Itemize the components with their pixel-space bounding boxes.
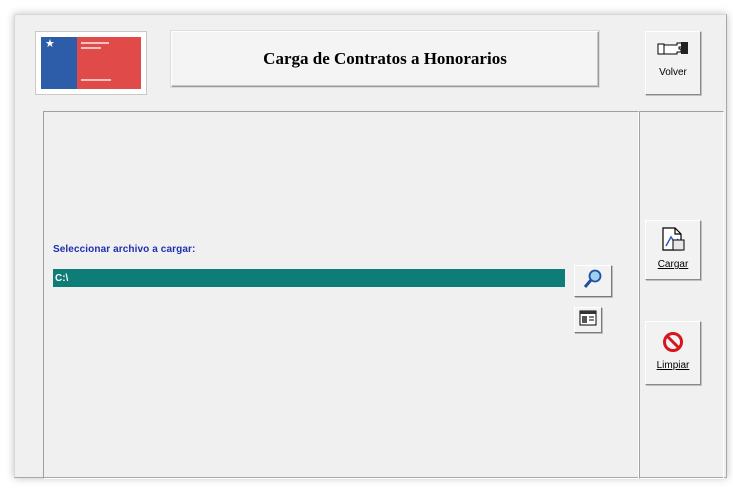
- volver-button[interactable]: Volver: [645, 31, 701, 95]
- volver-label: Volver: [659, 67, 687, 78]
- magnifier-icon: [582, 268, 604, 295]
- window-icon: [579, 310, 597, 331]
- file-path-input[interactable]: [53, 269, 565, 287]
- actions-panel: [639, 111, 724, 479]
- pointing-hand-icon: [657, 38, 689, 63]
- main-window: ★ Carga de Contratos a Honorarios Volver: [14, 14, 727, 479]
- browse-button[interactable]: [574, 265, 612, 297]
- government-logo: ★: [35, 31, 147, 95]
- title-box: Carga de Contratos a Honorarios: [171, 31, 599, 87]
- page-title: Carga de Contratos a Honorarios: [263, 49, 507, 68]
- viewer-button[interactable]: [574, 307, 602, 333]
- file-field-label: Seleccionar archivo a cargar:: [53, 244, 196, 255]
- content-panel: [43, 111, 639, 479]
